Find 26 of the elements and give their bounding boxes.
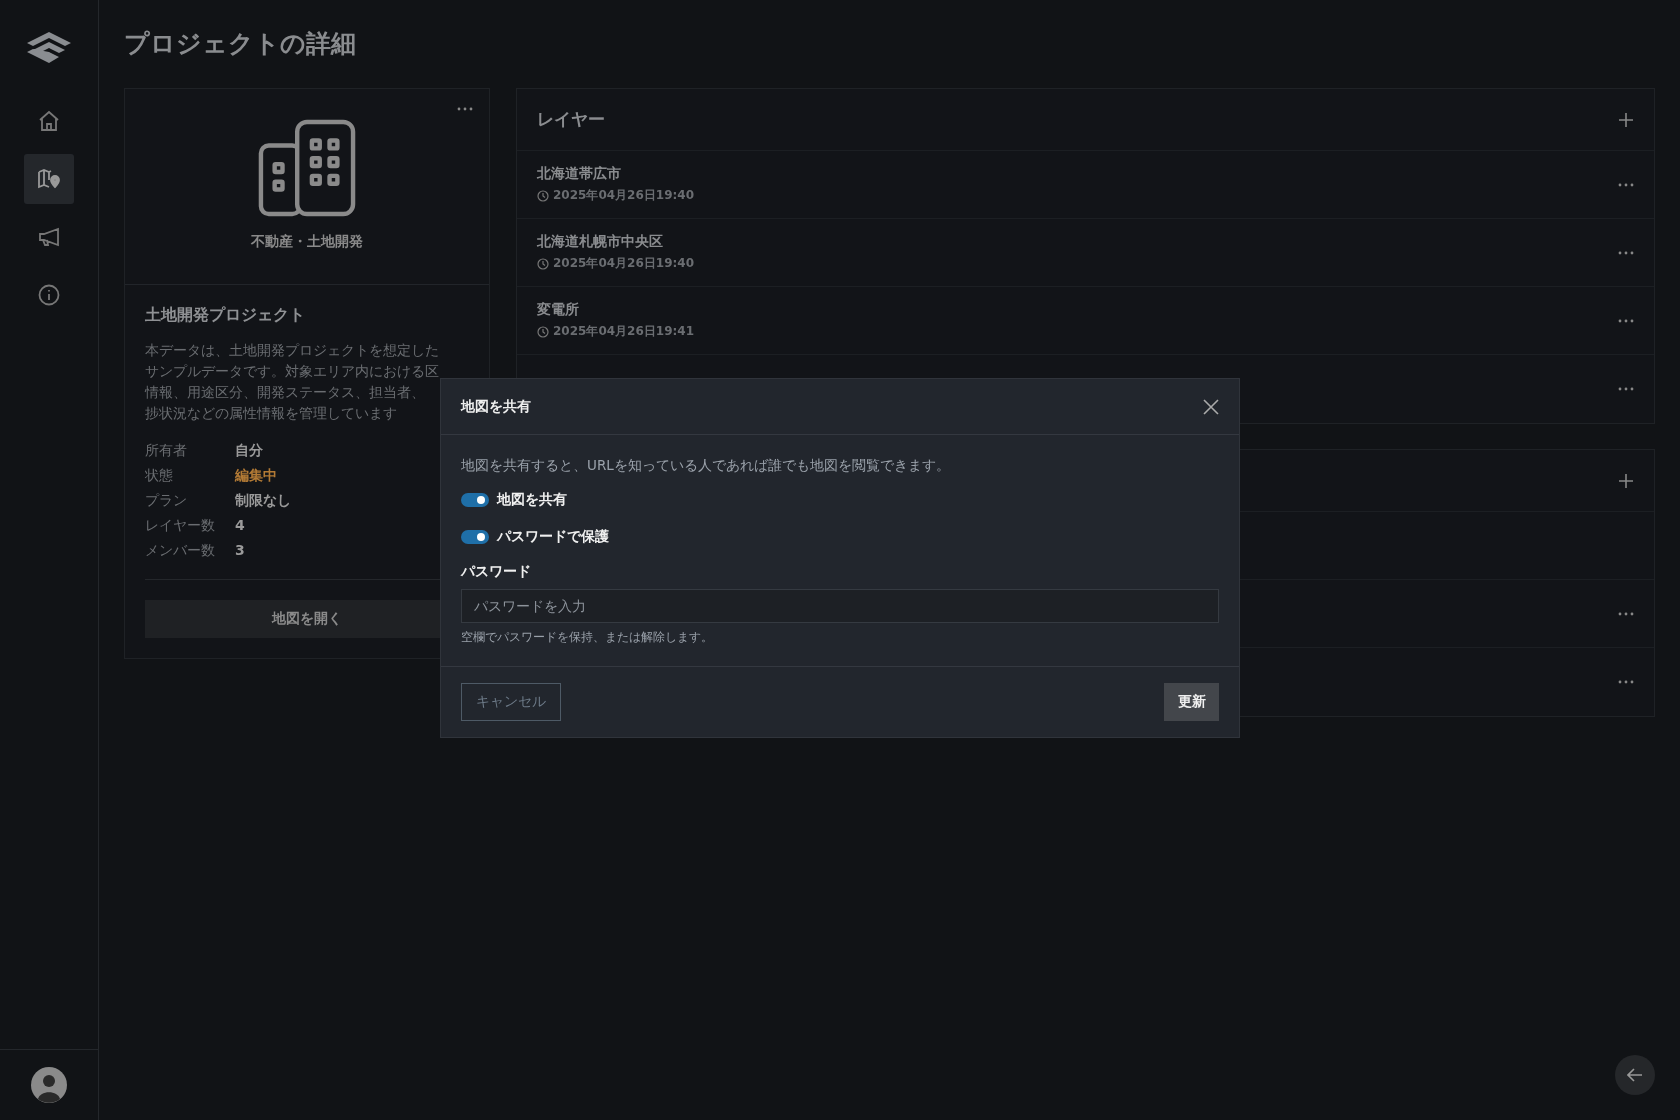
detail-label: メンバー数 — [145, 541, 216, 560]
project-name: 土地開発プロジェクト — [145, 305, 306, 326]
panel-title: レイヤー — [537, 108, 605, 131]
detail-label: プラン — [145, 491, 188, 510]
detail-label: 状態 — [145, 466, 174, 485]
dialog-title: 地図を共有 — [461, 397, 531, 416]
layer-time: 2025年04月26日19:40 — [553, 187, 694, 204]
dialog-description: 地図を共有すると、URLを知っている人であれば誰でも地図を閲覧できます。 — [461, 457, 951, 475]
detail-value: 自分 — [235, 441, 263, 460]
detail-value: 3 — [235, 541, 245, 560]
detail-value: 4 — [235, 516, 245, 535]
detail-value: 編集中 — [235, 466, 277, 485]
category-label: 不動産・土地開発 — [251, 233, 363, 251]
description-line: サンプルデータです。対象エリア内における区 — [145, 362, 440, 381]
description-line: 情報、用途区分、開発ステータス、担当者、 — [145, 383, 426, 402]
toggle-label: パスワードで保護 — [497, 528, 609, 546]
description-line: 本データは、土地開発プロジェクトを想定した — [145, 341, 440, 360]
layer-time: 2025年04月26日19:41 — [553, 323, 694, 340]
field-label: パスワード — [461, 563, 532, 581]
detail-value: 制限なし — [235, 491, 291, 510]
description-line: 捗状況などの属性情報を管理しています — [145, 404, 398, 423]
page-title: プロジェクトの詳細 — [124, 28, 357, 60]
detail-label: レイヤー数 — [145, 516, 216, 535]
detail-label: 所有者 — [145, 441, 188, 460]
layer-time: 2025年04月26日19:40 — [553, 255, 694, 272]
toggle-label: 地図を共有 — [497, 491, 567, 509]
